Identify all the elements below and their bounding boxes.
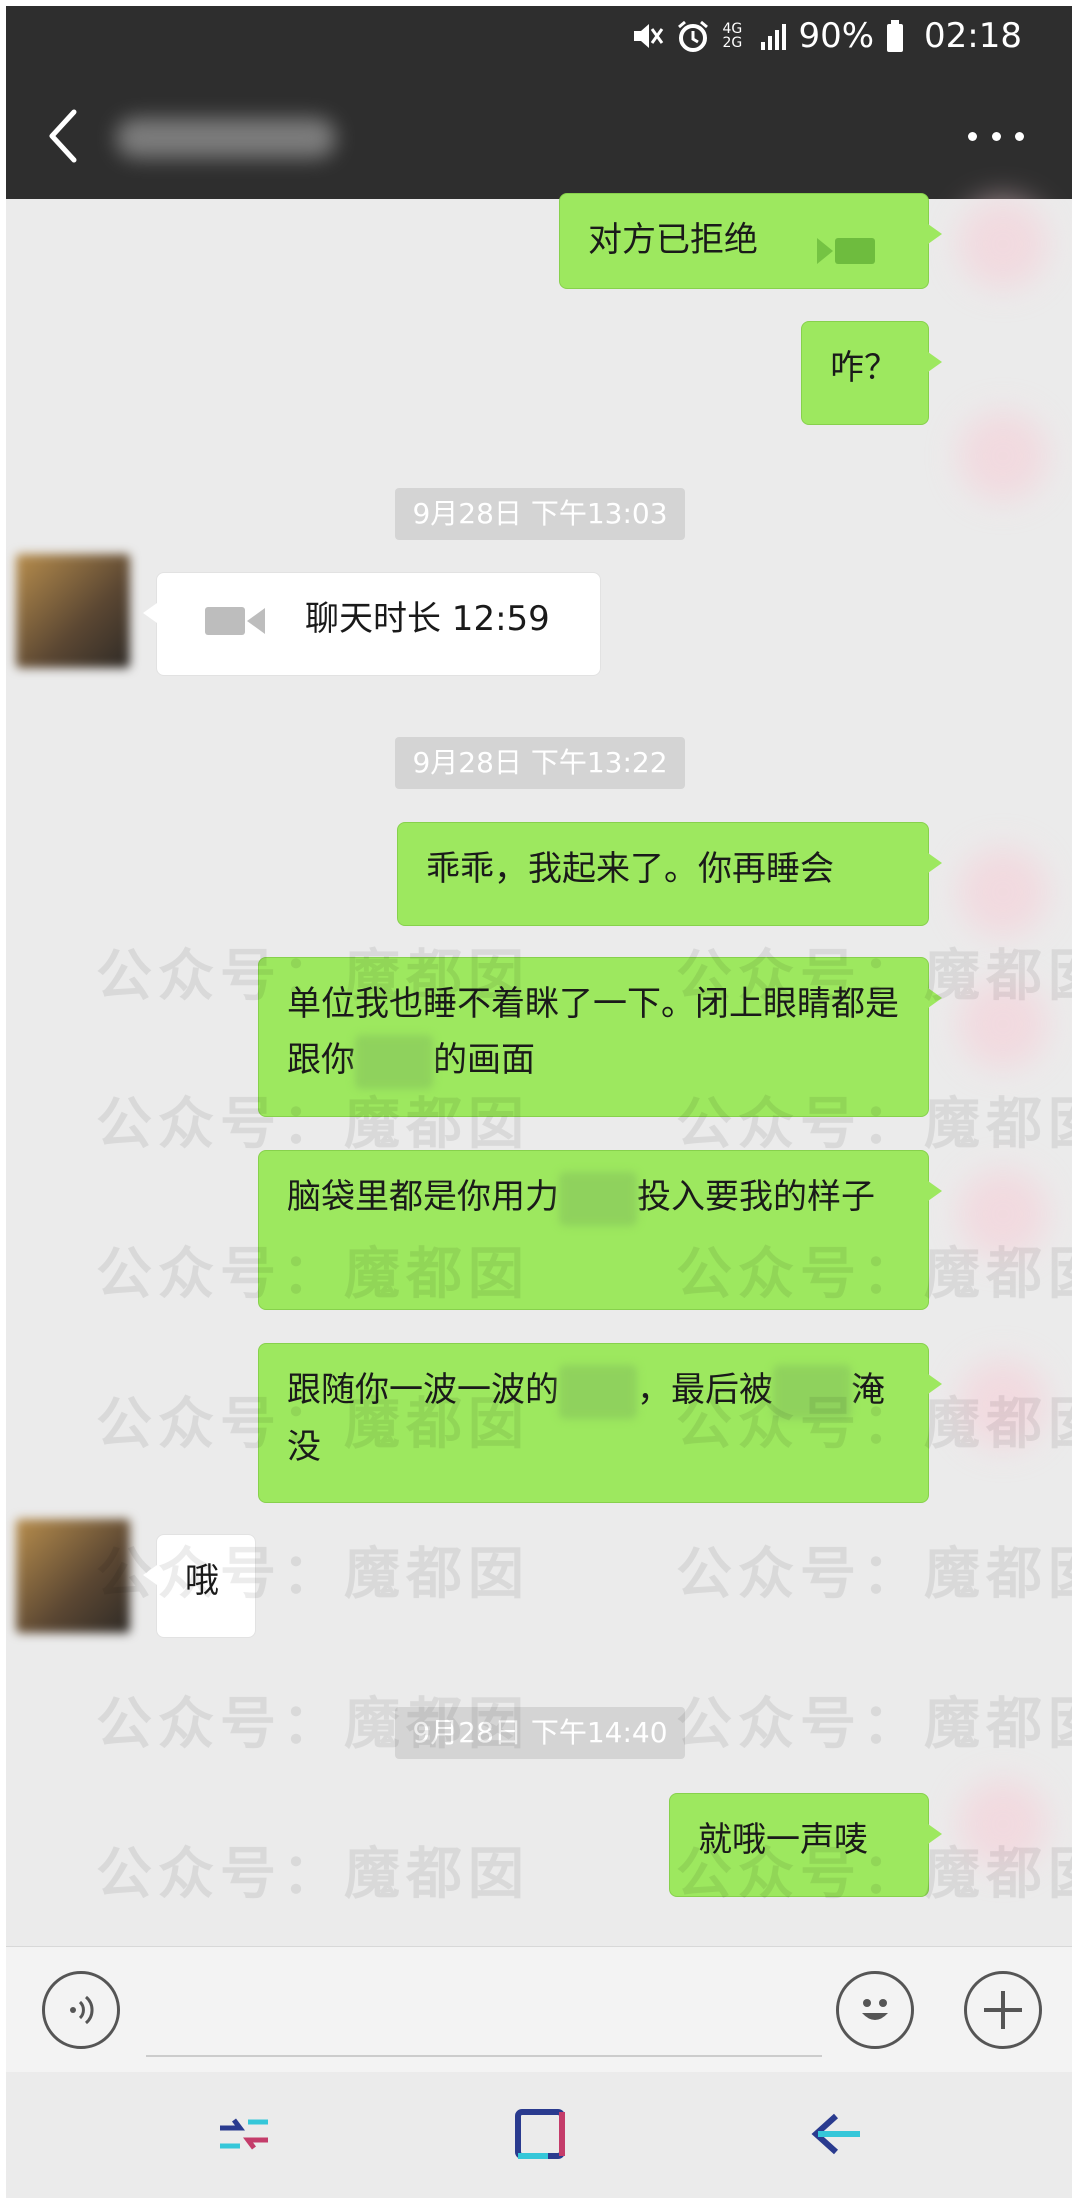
watermark: 公众号：魔都囡 — [96, 1092, 530, 1157]
watermark: 公众号：魔都囡 — [676, 1392, 1072, 1457]
battery-icon — [887, 20, 904, 52]
watermark: 公众号：魔都囡 — [676, 1092, 1072, 1157]
status-bar: 4G 2G 90% 02:18 — [6, 6, 1072, 72]
message-list[interactable]: 对方已拒绝 咋？ 9月28日 下午13:03 聊天时长 12:59 9月28日 … — [6, 193, 1072, 1949]
message-bubble-sent[interactable]: 咋？ — [801, 321, 942, 425]
contact-name-blurred — [116, 118, 336, 158]
more-dot-icon — [1015, 131, 1024, 141]
timestamp: 9月28日 下午13:03 — [395, 488, 685, 540]
watermark: 公众号：魔都囡 — [676, 1842, 1072, 1907]
recent-apps-icon[interactable] — [212, 2102, 276, 2166]
video-call-icon — [816, 227, 877, 264]
voice-icon — [70, 1995, 94, 2025]
input-bar — [6, 1946, 1072, 2073]
plus-icon — [984, 1991, 1022, 2029]
mute-icon — [634, 24, 664, 48]
message-text: 脑袋里都是你用力 — [287, 1177, 559, 1217]
message-text: 的画面 — [433, 1040, 535, 1080]
watermark: 公众号：魔都囡 — [96, 1692, 530, 1757]
chat-header — [6, 72, 1072, 199]
watermark: 公众号：魔都囡 — [96, 1392, 530, 1457]
voice-input-button[interactable] — [42, 1971, 120, 2049]
watermark: 公众号：魔都囡 — [96, 944, 530, 1009]
message-text: 投入要我的样子 — [637, 1177, 875, 1217]
message-bubble-sent[interactable]: 乖乖，我起来了。你再睡会 — [397, 822, 942, 926]
message-text: 咋？ — [830, 348, 898, 388]
system-navigation-bar — [6, 2072, 1072, 2198]
message-text: 乖乖，我起来了。你再睡会 — [426, 849, 834, 889]
message-text: 对方已拒绝 — [588, 220, 758, 260]
back-button-icon[interactable] — [806, 2102, 870, 2166]
watermark: 公众号：魔都囡 — [676, 1242, 1072, 1307]
own-avatar — [958, 411, 1048, 501]
more-dot-icon — [968, 131, 977, 141]
signal-icon — [761, 24, 787, 50]
watermark: 公众号：魔都囡 — [96, 1842, 530, 1907]
network-indicator: 4G 2G — [722, 21, 743, 51]
message-bubble-sent[interactable]: 对方已拒绝 — [559, 193, 942, 289]
timestamp: 9月28日 下午13:22 — [395, 737, 685, 789]
watermark: 公众号：魔都囡 — [96, 1542, 530, 1607]
clock: 02:18 — [924, 16, 1022, 56]
message-bubble-received[interactable]: 聊天时长 12:59 — [143, 572, 601, 676]
screen: 4G 2G 90% 02:18 对方已拒绝 咋？ 9月28日 下午13:03 聊… — [6, 6, 1072, 2198]
back-arrow-icon[interactable] — [36, 100, 92, 172]
watermark: 公众号：魔都囡 — [676, 1542, 1072, 1607]
watermark: 公众号：魔都囡 — [676, 1692, 1072, 1757]
smiley-icon — [862, 1999, 888, 2020]
emoji-button[interactable] — [836, 1971, 914, 2049]
message-text: 聊天时长 12:59 — [305, 599, 550, 639]
video-call-icon — [205, 606, 265, 635]
home-button-icon[interactable] — [508, 2102, 572, 2166]
watermark: 公众号：魔都囡 — [676, 944, 1072, 1009]
watermark: 公众号：魔都囡 — [96, 1242, 530, 1307]
more-functions-button[interactable] — [964, 1971, 1042, 2049]
contact-avatar[interactable] — [16, 554, 130, 668]
battery-percent: 90% — [798, 16, 875, 56]
more-dot-icon — [991, 131, 1001, 141]
own-avatar — [958, 199, 1048, 289]
redacted-text — [559, 1171, 637, 1226]
text-input[interactable] — [146, 2055, 822, 2057]
more-options-button[interactable] — [968, 116, 1024, 156]
alarm-icon — [678, 20, 709, 52]
redacted-text — [559, 1364, 637, 1419]
own-avatar — [958, 847, 1048, 937]
